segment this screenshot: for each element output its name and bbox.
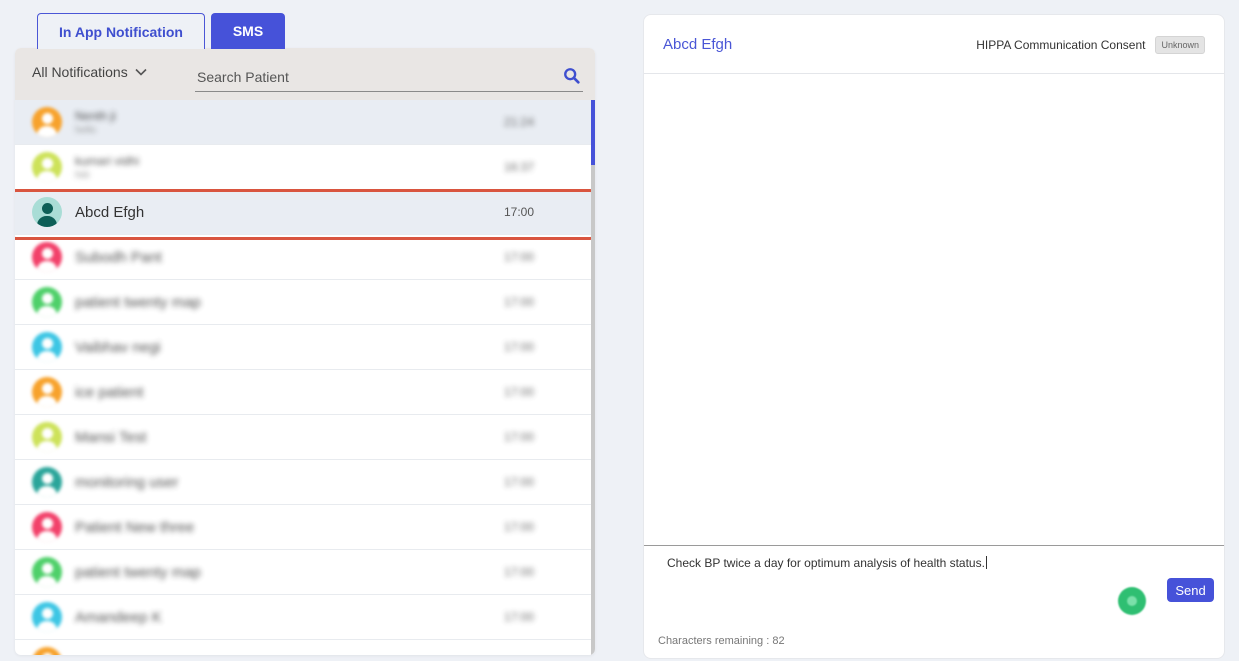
patient-list: Nenth ji hello 21:24 kumari vidhi hiiii 16:37… bbox=[15, 100, 595, 655]
message-time: 16:37 bbox=[504, 160, 535, 174]
patient-name: Nenth ji bbox=[75, 108, 116, 123]
avatar-icon bbox=[32, 422, 62, 452]
avatar-icon bbox=[32, 602, 62, 632]
message-time: 21:24 bbox=[504, 115, 535, 129]
patient-row[interactable]: ice patient 17:00 bbox=[15, 370, 591, 415]
message-time: 17:00 bbox=[504, 520, 535, 534]
patient-row-text: Mansi Test bbox=[75, 429, 146, 446]
patient-row[interactable]: Mansi Test 17:00 bbox=[15, 415, 591, 460]
patient-list-panel: All Notifications Nenth jihello 21:24 kuma… bbox=[15, 48, 595, 655]
message-time: 17:00 bbox=[504, 430, 535, 444]
patient-list-header: All Notifications bbox=[15, 48, 595, 100]
message-text: Check BP twice a day for optimum analysi… bbox=[667, 556, 985, 570]
message-time: 17:00 bbox=[504, 250, 535, 264]
patient-name: ice patient bbox=[75, 383, 144, 401]
avatar-icon bbox=[32, 197, 62, 227]
patient-row-text: patient twenty map bbox=[75, 294, 201, 311]
notification-filter-dropdown[interactable]: All Notifications bbox=[32, 64, 148, 80]
patient-row-text: Patient New three bbox=[75, 519, 194, 536]
search-icon[interactable] bbox=[563, 67, 581, 85]
patient-row-text: ice patient bbox=[75, 384, 143, 401]
patient-row[interactable]: patient twenty map 17:00 bbox=[15, 550, 591, 595]
tab-sms[interactable]: SMS bbox=[211, 13, 285, 49]
patient-row-selected[interactable]: Abcd Efgh 17:00 bbox=[15, 189, 595, 240]
template-icon[interactable] bbox=[1118, 587, 1146, 615]
avatar-icon bbox=[32, 557, 62, 587]
message-time: 17:00 bbox=[504, 340, 535, 354]
patient-row-text: Vaibhav negi bbox=[75, 339, 161, 356]
patient-row[interactable]: Vaibhav negi 17:00 bbox=[15, 325, 591, 370]
patient-name: Vaibhav negi bbox=[75, 338, 161, 356]
patient-name: Patient New three bbox=[75, 518, 195, 536]
patient-name: monitoring user bbox=[75, 473, 179, 491]
conversation-header: Abcd Efgh HIPPA Communication Consent Un… bbox=[644, 15, 1224, 74]
avatar-icon bbox=[32, 467, 62, 497]
channel-tabs: In App Notification SMS bbox=[37, 13, 285, 49]
patient-row-text: Subodh Pant bbox=[75, 249, 162, 266]
consent-info: HIPPA Communication Consent Unknown bbox=[976, 36, 1205, 54]
tab-in-app-notification[interactable]: In App Notification bbox=[37, 13, 205, 49]
message-history bbox=[644, 74, 1224, 545]
conversation-patient-name: Abcd Efgh bbox=[663, 35, 733, 53]
avatar-icon bbox=[32, 107, 62, 137]
avatar-icon bbox=[32, 152, 62, 182]
patient-name: Subodh Pant bbox=[75, 248, 162, 266]
message-preview: hiiii bbox=[75, 169, 90, 181]
message-time: 17:00 bbox=[504, 295, 535, 309]
patient-name: Abcd Efgh bbox=[75, 203, 145, 221]
patient-row-text: patient twenty map bbox=[75, 564, 201, 581]
patient-row-text: Nenth ji hello bbox=[75, 109, 116, 136]
patient-row-text: kumari vidhi hiiii bbox=[75, 154, 139, 181]
send-button[interactable]: Send bbox=[1167, 578, 1214, 602]
message-time: 17:00 bbox=[504, 565, 535, 579]
avatar-icon bbox=[32, 287, 62, 317]
patient-row[interactable]: Patient New three 17:00 bbox=[15, 505, 591, 550]
avatar-icon bbox=[32, 647, 62, 655]
patient-name: patient twenty map bbox=[75, 563, 201, 581]
patient-name: kumari vidhi bbox=[75, 153, 140, 168]
patient-row-text: Abcd Efgh bbox=[75, 204, 144, 221]
patient-row[interactable]: Nenth ji hello 21:24 bbox=[15, 100, 591, 145]
avatar-icon bbox=[32, 332, 62, 362]
patient-name: Mansi Test bbox=[75, 428, 147, 446]
search-container bbox=[195, 64, 583, 92]
message-preview: hello bbox=[75, 124, 97, 136]
avatar-icon bbox=[32, 377, 62, 407]
patient-name: Amandeep K bbox=[75, 608, 162, 626]
patient-row[interactable]: Subodh Pant 17:00 bbox=[15, 235, 591, 280]
patient-row-text: Amandeep K bbox=[75, 609, 162, 626]
patient-row[interactable]: Amandeep K 17:00 bbox=[15, 595, 591, 640]
patient-row-text: monitoring user bbox=[75, 474, 178, 491]
conversation-panel: Abcd Efgh HIPPA Communication Consent Un… bbox=[643, 14, 1225, 659]
consent-label: HIPPA Communication Consent bbox=[976, 38, 1146, 52]
patient-row[interactable] bbox=[15, 640, 591, 655]
avatar-icon bbox=[32, 242, 62, 272]
patient-name: patient twenty map bbox=[75, 293, 201, 311]
consent-status-badge: Unknown bbox=[1155, 36, 1205, 54]
search-patient-input[interactable] bbox=[195, 64, 583, 90]
avatar-icon bbox=[32, 512, 62, 542]
scrollbar-thumb[interactable] bbox=[591, 100, 595, 165]
message-composer: Check BP twice a day for optimum analysi… bbox=[644, 545, 1224, 658]
message-time: 17:00 bbox=[504, 385, 535, 399]
characters-remaining: Characters remaining : 82 bbox=[658, 635, 785, 647]
patient-row[interactable]: monitoring user 17:00 bbox=[15, 460, 591, 505]
chevron-down-icon bbox=[135, 68, 147, 76]
message-input[interactable]: Check BP twice a day for optimum analysi… bbox=[667, 556, 1167, 570]
filter-label: All Notifications bbox=[32, 64, 128, 80]
message-time: 17:00 bbox=[504, 205, 535, 219]
patient-row[interactable]: kumari vidhi hiiii 16:37 bbox=[15, 145, 591, 190]
scrollbar-track[interactable] bbox=[591, 100, 595, 655]
patient-row[interactable]: patient twenty map 17:00 bbox=[15, 280, 591, 325]
message-time: 17:00 bbox=[504, 610, 535, 624]
message-time: 17:00 bbox=[504, 475, 535, 489]
text-caret bbox=[985, 556, 987, 569]
